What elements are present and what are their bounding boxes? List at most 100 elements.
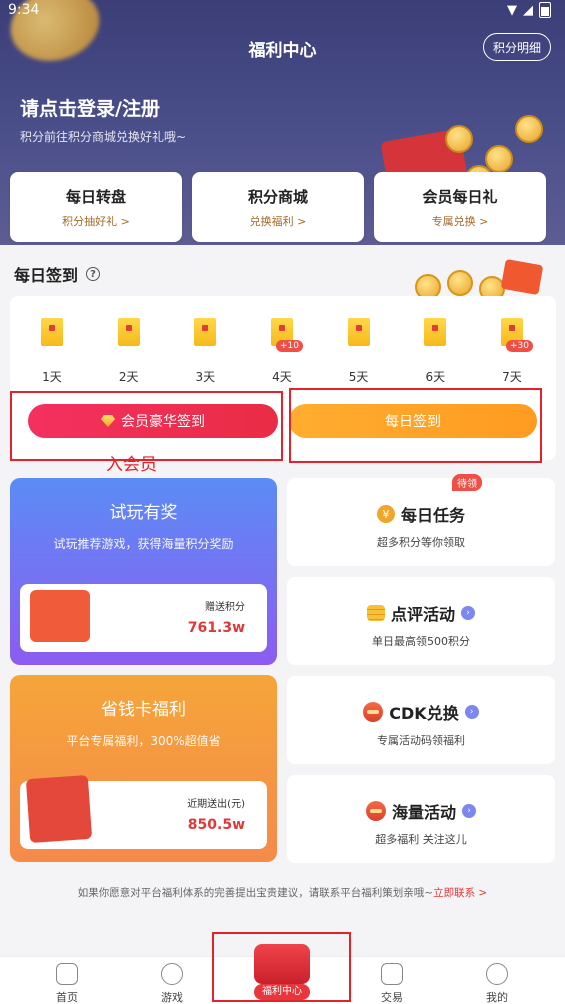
tab-trade[interactable]: 交易 <box>352 963 432 1004</box>
feedback-text: 如果你愿意对平台福利体系的完善提出宝贵建议，请联系平台福利策划亲哦~ <box>77 887 434 899</box>
card-title: 每日转盘 <box>65 188 126 206</box>
card-subtitle: 单日最高领500积分 <box>372 635 470 648</box>
day-label: 4天 <box>272 370 292 384</box>
review-activity-card[interactable]: 点评活动 › 单日最高领500积分 <box>287 577 555 665</box>
highlight-box <box>212 932 351 1002</box>
highlight-box <box>289 388 542 463</box>
coin-illustration <box>447 270 473 296</box>
bonus-badge: +30 <box>505 340 533 352</box>
coin-illustration <box>515 115 543 143</box>
card-subtitle: 积分抽好礼 > <box>62 215 130 228</box>
card-subtitle: 平台专属福利，300%超值省 <box>66 734 221 748</box>
sign-in-days: 1天 2天 3天 +10 4天 5天 6天 +30 7天 <box>32 318 533 385</box>
card-title: 会员每日礼 <box>422 188 498 206</box>
bonus-badge: +10 <box>275 340 303 352</box>
quick-entry-cards: 每日转盘 积分抽好礼 > 积分商城 兑换福利 > 会员每日礼 专属兑换 > <box>10 172 546 242</box>
sign-day-6: 6天 <box>415 318 455 385</box>
day-label: 6天 <box>425 370 446 384</box>
card-title-row: ¥ 每日任务 <box>287 502 555 526</box>
coins-decoration <box>415 258 545 302</box>
saver-card-card[interactable]: 省钱卡福利 平台专属福利，300%超值省 近期送出(元) 850.5w <box>10 675 277 862</box>
tab-label: 首页 <box>56 991 78 1004</box>
card-title: 试玩有奖 <box>109 503 178 523</box>
card-subtitle: 超多福利 关注这儿 <box>375 833 467 846</box>
trade-icon <box>381 963 403 985</box>
sign-in-header: 每日签到 ? <box>14 262 101 286</box>
sign-day-1: 1天 <box>32 318 72 385</box>
tab-games[interactable]: 游戏 <box>132 963 212 1004</box>
day-label: 5天 <box>348 370 369 384</box>
card-subtitle: 专属兑换 > <box>431 215 489 228</box>
page-title: 福利中心 <box>248 41 317 61</box>
trial-reward-card[interactable]: 试玩有奖 试玩推荐游戏，获得海量积分奖励 赠送积分 761.3w <box>10 478 277 665</box>
battery-icon <box>539 2 551 18</box>
sign-day-2: 2天 <box>109 318 149 385</box>
stat-value: 761.3w <box>187 620 245 636</box>
gamepad-icon <box>161 963 183 985</box>
points-detail-button[interactable]: 积分明细 <box>483 33 551 61</box>
day-label: 1天 <box>42 370 62 384</box>
chevron-right-icon: › <box>464 705 479 719</box>
tab-home[interactable]: 首页 <box>27 963 107 1004</box>
card-title: 每日任务 <box>400 506 465 525</box>
chevron-right-icon: › <box>461 606 475 620</box>
day-label: 2天 <box>118 370 139 384</box>
daily-task-card[interactable]: 待领 ¥ 每日任务 超多积分等你领取 <box>287 474 555 566</box>
day-label: 7天 <box>502 370 522 384</box>
day-label: 3天 <box>195 370 216 384</box>
stat-box: 赠送积分 761.3w <box>20 584 267 652</box>
daily-wheel-card[interactable]: 每日转盘 积分抽好礼 > <box>10 172 182 242</box>
red-envelope-icon <box>347 318 370 346</box>
status-icons: ▼ ◢ <box>507 2 551 18</box>
tab-label: 我的 <box>486 991 508 1004</box>
card-title: CDK兑换 <box>389 704 459 723</box>
tab-mine[interactable]: 我的 <box>457 963 537 1004</box>
pending-badge: 待领 <box>452 474 482 491</box>
contact-link[interactable]: 立即联系 > <box>433 887 487 899</box>
yen-coin-icon: ¥ <box>376 505 395 523</box>
home-icon <box>56 963 78 985</box>
stat-label: 近期送出(元) <box>187 799 245 810</box>
coins-stack-icon <box>366 605 385 621</box>
sign-day-4: +10 4天 <box>262 318 303 385</box>
card-title: 点评活动 <box>390 605 455 624</box>
cdk-exchange-card[interactable]: CDK兑换 › 专属活动码领福利 <box>287 676 555 764</box>
red-envelope-icon <box>424 318 447 346</box>
wifi-icon: ▼ <box>507 2 517 18</box>
coin-illustration <box>445 125 473 153</box>
stat-value: 850.5w <box>187 817 245 833</box>
sign-day-7: +30 7天 <box>492 318 533 385</box>
card-title: 积分商城 <box>247 188 308 206</box>
help-icon[interactable]: ? <box>86 267 101 281</box>
sign-day-3: 3天 <box>185 318 225 385</box>
chevron-right-icon: › <box>462 804 476 818</box>
stat-label: 赠送积分 <box>205 602 245 613</box>
tab-label: 交易 <box>381 991 403 1004</box>
card-title-row: 点评活动 › <box>287 601 555 625</box>
cdk-icon <box>363 702 384 722</box>
status-time: 9:34 <box>8 2 40 18</box>
login-link[interactable]: 请点击登录/注册 <box>20 94 160 121</box>
signal-icon: ◢ <box>523 2 533 18</box>
card-subtitle: 兑换福利 > <box>249 215 307 228</box>
feedback-note: 如果你愿意对平台福利体系的完善提出宝贵建议，请联系平台福利策划亲哦~立即联系 > <box>0 885 565 900</box>
sign-day-5: 5天 <box>339 318 379 385</box>
mass-activity-card[interactable]: 海量活动 › 超多福利 关注这儿 <box>287 775 555 863</box>
activity-icon <box>365 801 386 821</box>
red-envelope-illustration <box>30 590 90 642</box>
points-mall-card[interactable]: 积分商城 兑换福利 > <box>192 172 364 242</box>
stat-box: 近期送出(元) 850.5w <box>20 774 267 849</box>
card-subtitle: 试玩推荐游戏，获得海量积分奖励 <box>53 537 234 551</box>
card-subtitle: 超多积分等你领取 <box>377 536 465 549</box>
tab-label: 游戏 <box>161 991 183 1004</box>
red-envelope-icon <box>117 318 140 346</box>
card-title: 海量活动 <box>391 803 456 822</box>
card-title: 省钱卡福利 <box>101 700 186 720</box>
card-subtitle: 专属活动码领福利 <box>377 734 465 747</box>
gift-box-illustration <box>25 774 93 844</box>
card-title-row: CDK兑换 › <box>287 700 555 724</box>
red-envelope-icon <box>194 318 217 346</box>
sign-in-title: 每日签到 <box>14 266 79 285</box>
card-title-row: 海量活动 › <box>287 799 555 823</box>
member-daily-gift-card[interactable]: 会员每日礼 专属兑换 > <box>374 172 546 242</box>
